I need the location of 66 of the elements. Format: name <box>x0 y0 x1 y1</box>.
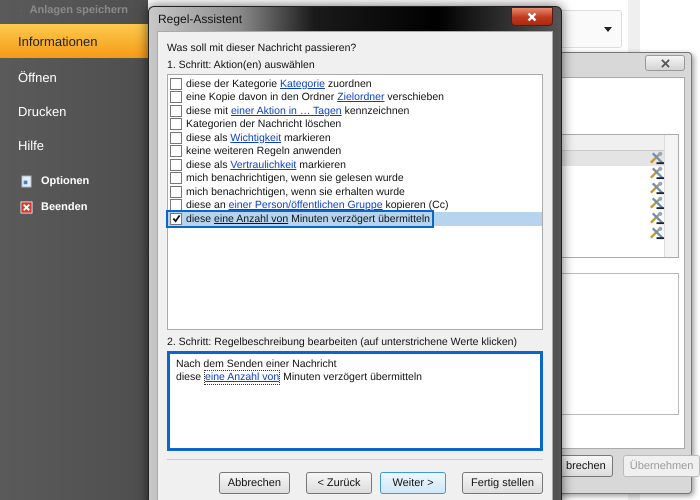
close-icon <box>527 12 537 22</box>
list-row[interactable]: mich benachrichtigen, wenn sie gelesen wurde <box>168 172 542 185</box>
step-label: 1. Schritt: Aktion(en) auswählen <box>167 58 315 73</box>
sidebar-item[interactable]: Optionen <box>41 175 90 187</box>
list-row[interactable]: diese als Wichtigkeit markieren <box>168 131 542 144</box>
window-title: Regel-Assistent <box>157 11 244 27</box>
sidebar-item[interactable]: Beenden <box>41 201 88 213</box>
dialog-button[interactable]: Abbrechen <box>218 472 290 494</box>
list-row[interactable]: diese der Kategorie Kategorie zuordnen <box>168 77 542 90</box>
action-label: diese als Vertraulichkeit markieren <box>186 158 346 171</box>
value-link[interactable]: eine Anzahl von <box>205 371 280 384</box>
sidebar-item[interactable]: Hilfe <box>0 128 148 162</box>
checkbox[interactable] <box>170 91 182 104</box>
action-label: diese mit einer Aktion in … Tagen kennzeichnen <box>186 104 410 117</box>
checkbox[interactable] <box>170 172 182 184</box>
checkbox[interactable] <box>170 104 182 117</box>
description-text: diese <box>176 371 202 384</box>
close-button[interactable] <box>645 55 685 71</box>
dialog-button[interactable]: Fertig stellen <box>462 472 543 494</box>
tools-icon <box>649 166 664 180</box>
window-button[interactable]: brechen <box>559 455 613 477</box>
list-row[interactable]: keine weiteren Regeln anwenden <box>168 144 542 158</box>
close-icon <box>20 200 33 214</box>
list-row[interactable]: mich benachrichtigen, wenn sie erhalten wurde <box>168 185 542 198</box>
checkbox[interactable] <box>170 212 182 225</box>
checkbox[interactable] <box>170 199 182 212</box>
tools-icon <box>649 226 664 240</box>
action-label: mich benachrichtigen, wenn sie erhalten wurde <box>186 186 405 198</box>
close-button[interactable] <box>511 7 553 26</box>
action-label: mich benachrichtigen, wenn sie gelesen wurde <box>186 172 404 184</box>
description-text: Minuten verzögert übermitteln <box>282 371 422 384</box>
caret-icon <box>604 27 612 32</box>
action-label: eine Kopie davon in den Ordner Zielordner verschieben <box>186 91 444 104</box>
sidebar-item[interactable]: Drucken <box>0 94 148 128</box>
action-label: keine weiteren Regeln anwenden <box>186 145 342 158</box>
checkbox[interactable] <box>170 118 182 130</box>
question-text: Was soll mit dieser Nachricht passieren? <box>167 41 356 56</box>
dialog-button[interactable]: < Zurück <box>306 472 372 494</box>
list-row[interactable]: diese als Vertraulichkeit markieren <box>168 158 542 172</box>
scrollbar[interactable] <box>664 135 678 257</box>
checkbox[interactable] <box>170 132 182 144</box>
tools-icon <box>649 181 664 195</box>
list-row[interactable]: eine Kopie davon in den Ordner Zielordner verschieben <box>168 90 542 104</box>
list-row[interactable]: diese an einer Person/öffentlichen Gruppe kopieren (Cc) <box>168 198 542 212</box>
tools-icon <box>649 211 664 225</box>
tools-icon <box>649 151 664 165</box>
action-label: diese eine Anzahl von Minuten verzögert übermitteln <box>186 212 430 225</box>
checkbox[interactable] <box>170 145 182 158</box>
checkbox[interactable] <box>170 78 182 90</box>
list-row[interactable]: diese mit einer Aktion in … Tagen kennzeichnen <box>168 104 542 118</box>
list-row[interactable]: Kategorien der Nachricht löschen <box>168 118 542 131</box>
step-label: 2. Schritt: Regelbeschreibung bearbeiten (auf unterstrichene Werte klicken) <box>167 335 517 350</box>
description-text: Nach dem Senden einer Nachricht <box>176 358 337 371</box>
document-icon <box>20 174 33 188</box>
action-label: Kategorien der Nachricht löschen <box>186 118 342 130</box>
sidebar-item[interactable]: Öffnen <box>0 60 148 94</box>
action-label: diese der Kategorie Kategorie zuordnen <box>186 78 372 90</box>
action-label: diese als Wichtigkeit markieren <box>186 132 331 144</box>
dialog-button[interactable]: Weiter > <box>380 472 446 494</box>
tools-icon <box>649 196 664 210</box>
action-label: diese an einer Person/öffentlichen Gruppe kopieren (Cc) <box>186 199 448 212</box>
checkbox[interactable] <box>170 186 182 198</box>
list-row[interactable]: diese eine Anzahl von Minuten verzögert übermitteln <box>168 212 542 226</box>
close-icon <box>660 58 670 68</box>
checkbox[interactable] <box>170 158 182 171</box>
sidebar-item[interactable]: Informationen <box>0 24 148 58</box>
